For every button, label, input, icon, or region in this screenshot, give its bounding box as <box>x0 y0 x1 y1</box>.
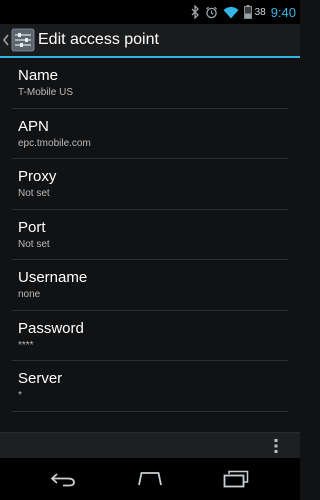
alarm-icon <box>205 6 218 19</box>
pref-summary: * <box>18 390 22 401</box>
wifi-icon <box>223 6 239 19</box>
home-button[interactable] <box>120 458 180 500</box>
pref-proxy[interactable]: Proxy Not set <box>12 159 288 210</box>
chevron-left-icon <box>0 34 10 46</box>
pref-summary: **** <box>18 339 34 351</box>
bluetooth-icon <box>190 5 200 19</box>
split-action-bar <box>0 432 300 459</box>
pref-password[interactable]: Password **** <box>12 311 288 361</box>
pref-summary: Not set <box>18 188 50 199</box>
pref-title: Server <box>18 370 63 387</box>
pref-username[interactable]: Username none <box>12 260 288 311</box>
page-title: Edit access point <box>38 31 159 48</box>
preference-list: Name T-Mobile US APN epc.tmobile.com Pro… <box>0 58 300 432</box>
overflow-menu-button[interactable] <box>266 436 286 456</box>
clock: 9:40 <box>270 4 296 20</box>
pref-title: APN <box>18 117 49 135</box>
pref-apn[interactable]: APN epc.tmobile.com <box>12 109 288 159</box>
home-icon <box>135 471 165 487</box>
pref-title: Password <box>18 319 84 337</box>
recent-apps-icon <box>223 470 249 488</box>
pref-title: Name <box>18 67 59 84</box>
pref-name[interactable]: Name T-Mobile US <box>12 58 288 109</box>
up-button[interactable] <box>0 24 36 56</box>
pref-server[interactable]: Server * <box>12 361 288 412</box>
navigation-bar <box>0 458 300 500</box>
pref-summary: epc.tmobile.com <box>18 137 91 149</box>
pref-port[interactable]: Port Not set <box>12 210 288 260</box>
status-bar: 38 9:40 <box>0 0 300 24</box>
battery-level: 38 <box>254 6 266 18</box>
settings-app-icon <box>10 28 35 52</box>
pref-title: Proxy <box>18 168 57 185</box>
pref-summary: none <box>18 289 41 300</box>
status-icons: 38 9:40 <box>190 0 296 24</box>
back-icon <box>49 471 77 487</box>
back-button[interactable] <box>33 458 93 500</box>
pref-summary: Not set <box>18 238 50 250</box>
battery-icon <box>243 5 252 19</box>
action-bar: Edit access point <box>0 24 300 58</box>
pref-summary: T-Mobile US <box>18 87 74 98</box>
pref-title: Port <box>18 218 46 236</box>
recent-apps-button[interactable] <box>206 458 266 500</box>
overflow-menu-icon <box>274 438 278 454</box>
pref-title: Username <box>18 269 88 286</box>
